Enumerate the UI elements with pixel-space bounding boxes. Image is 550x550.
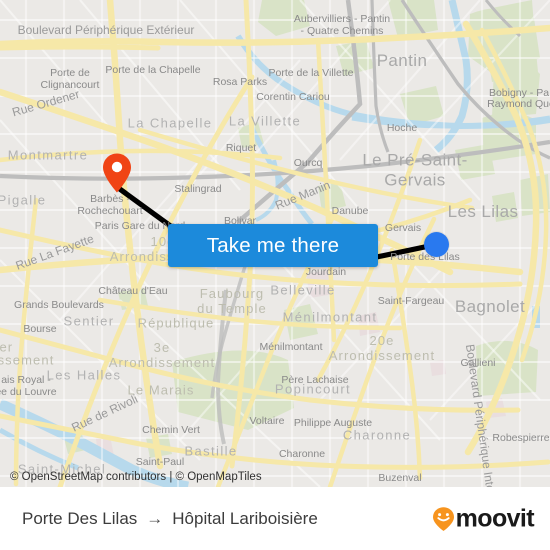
moovit-pin-smile-icon — [432, 506, 454, 531]
map-attribution: © OpenStreetMap contributors | © OpenMap… — [10, 471, 262, 483]
trip-destination: Hôpital Lariboisière — [172, 508, 318, 528]
attribution-osm[interactable]: © OpenStreetMap contributors — [10, 471, 166, 483]
arrow-right-icon: → — [146, 508, 164, 528]
location-dot-icon[interactable] — [424, 232, 449, 257]
attribution-openmaptiles[interactable]: © OpenMapTiles — [176, 471, 262, 483]
map-canvas[interactable]: Boulevard Périphérique Extérieur Aubervil… — [0, 0, 550, 487]
trip-footer: Porte Des Lilas → Hôpital Lariboisière m… — [0, 487, 550, 550]
moovit-logo[interactable]: moovit — [432, 504, 535, 532]
take-me-there-button[interactable]: Take me there — [168, 224, 378, 267]
attribution-separator: | — [169, 471, 173, 483]
moovit-wordmark: moovit — [455, 504, 535, 532]
moovit-trip-map-screen: Boulevard Périphérique Extérieur Aubervil… — [0, 0, 550, 550]
trip-summary: Porte Des Lilas → Hôpital Lariboisière — [22, 509, 318, 529]
map-pin-icon[interactable] — [101, 152, 133, 194]
take-me-there-label: Take me there — [206, 233, 340, 257]
trip-origin: Porte Des Lilas — [22, 508, 138, 528]
